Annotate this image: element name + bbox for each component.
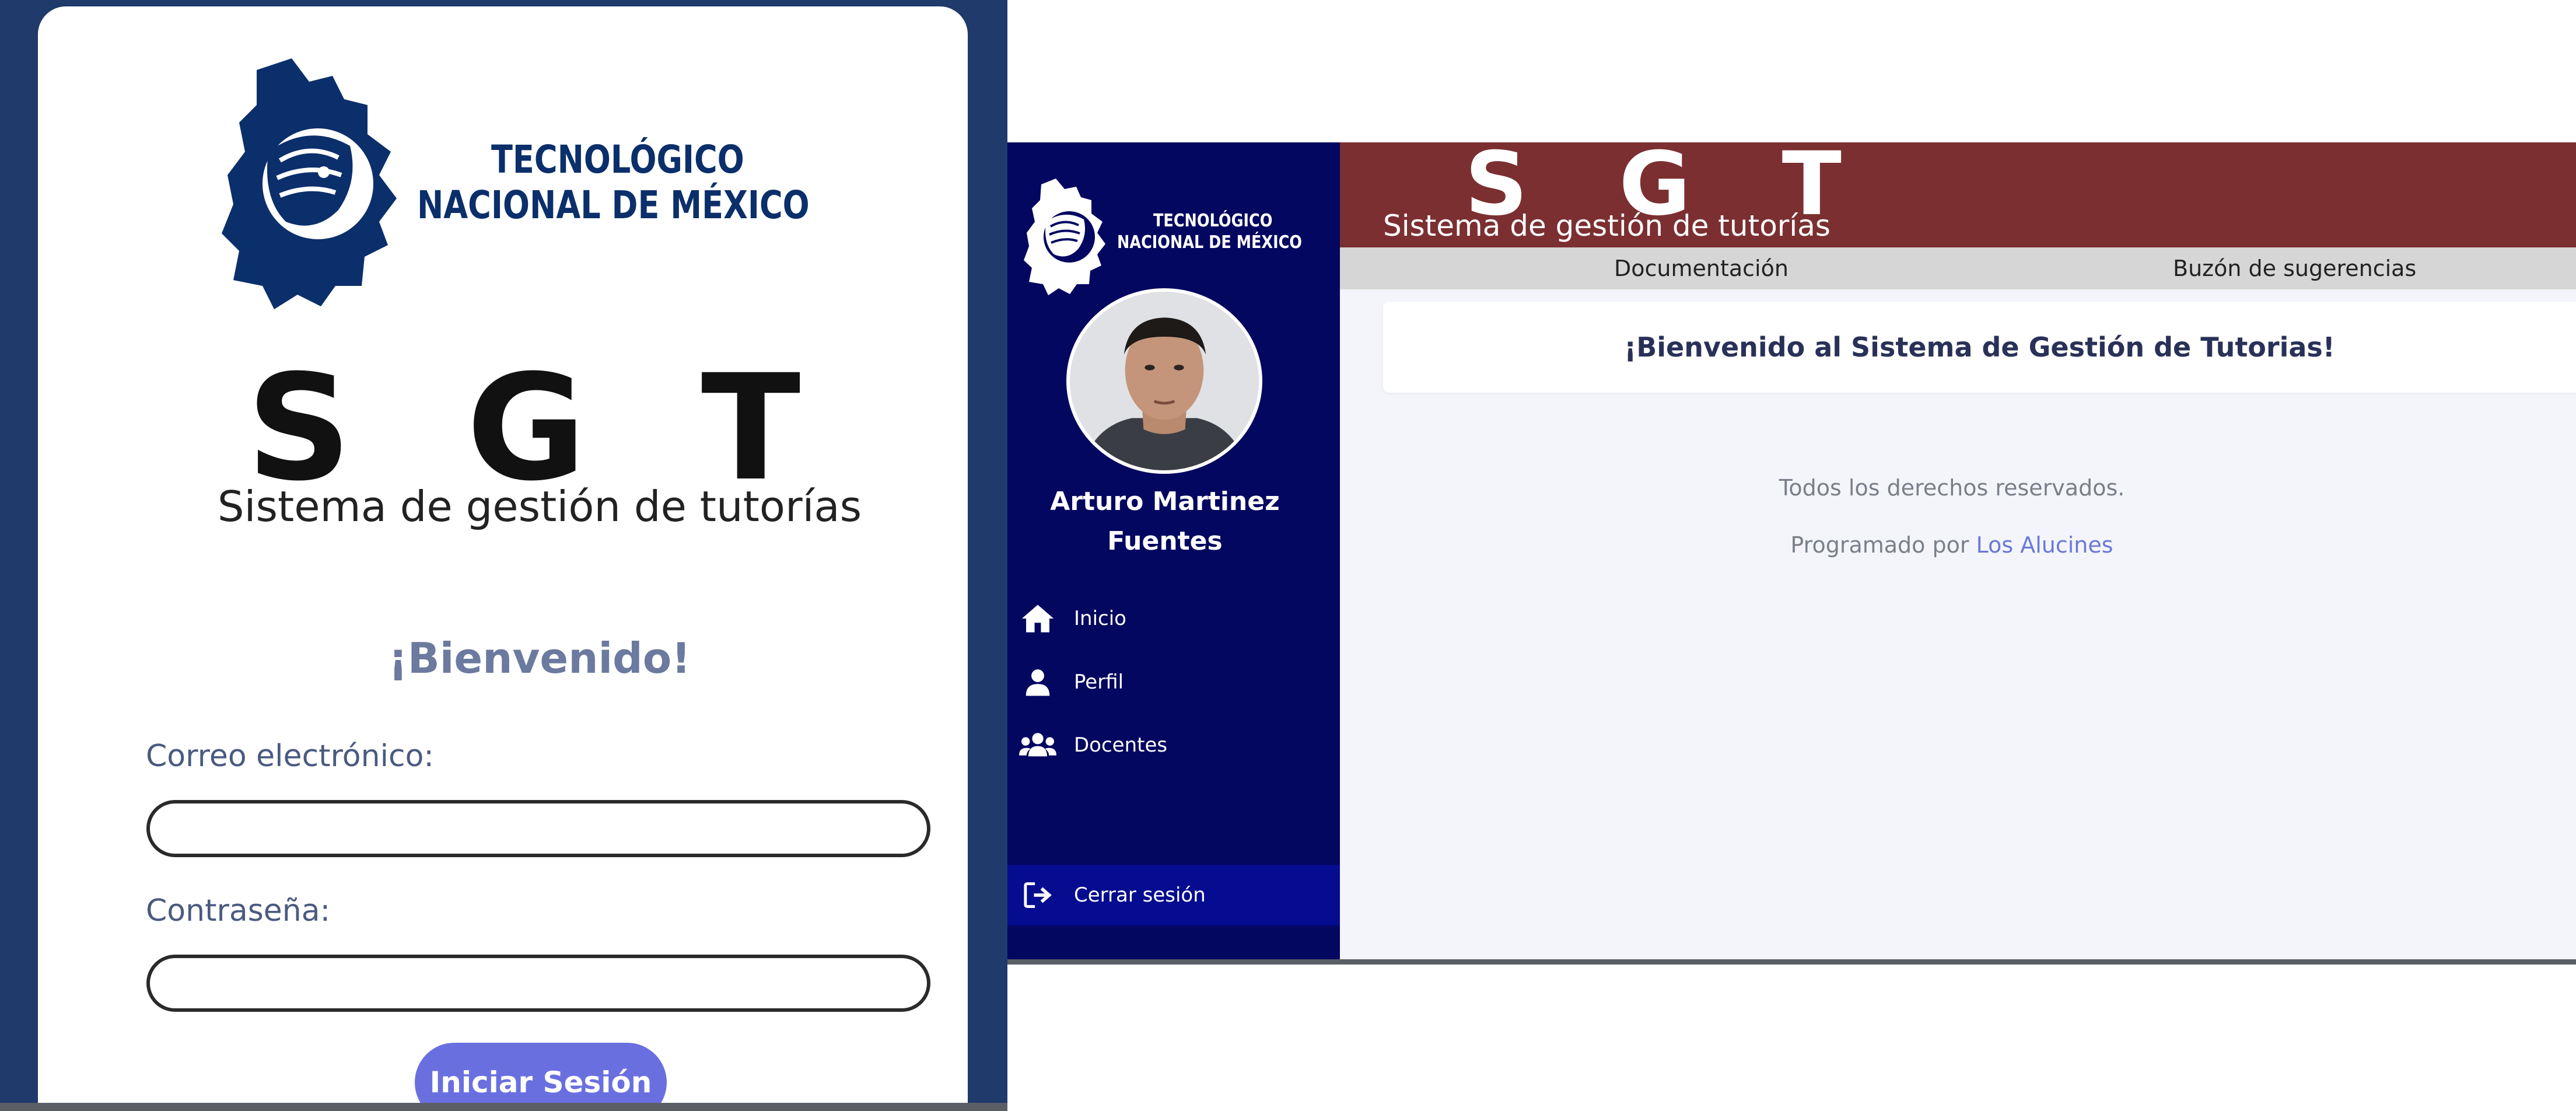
user-name: Arturo Martinez Fuentes [1050, 487, 1280, 556]
email-field[interactable] [146, 800, 930, 857]
footer-rights: Todos los derechos reservados. [1779, 475, 2125, 501]
footer-credits: Programado por Los Alucines [1340, 532, 2564, 558]
top-menu: Documentación Buzón de sugerencias [1340, 247, 2576, 289]
header-app-full-name: Sistema de gestión de tutorías [1383, 209, 1831, 243]
login-bottom-border [0, 1103, 1007, 1111]
avatar [1066, 288, 1262, 474]
tecnm-gear-icon [222, 58, 397, 309]
login-welcome-title: ¡Bienvenido! [388, 634, 691, 683]
header: S G T Sistema de gestión de tutorías [1340, 142, 2576, 247]
welcome-card: ¡Bienvenido al Sistema de Gestión de Tut… [1383, 302, 2576, 393]
app-full-name: Sistema de gestión de tutorías [217, 482, 862, 531]
sidebar-item-label: Inicio [1074, 607, 1126, 630]
sidebar: TECNOLÓGICO NACIONAL DE MÉXICO Arturo Ma… [1007, 142, 1340, 963]
dashboard-bottom-border [1007, 959, 2576, 965]
email-label: Correo electrónico: [146, 739, 434, 774]
tecnm-logo-line2: NACIONAL DE MÉXICO [417, 183, 810, 228]
users-icon [1019, 726, 1056, 764]
footer-team-link[interactable]: Los Alucines [1976, 532, 2113, 558]
sidebar-logo-line2: NACIONAL DE MÉXICO [1117, 232, 1302, 253]
sidebar-logo-line1: TECNOLÓGICO [1153, 211, 1273, 231]
screenshot-root: TECNOLÓGICO NACIONAL DE MÉXICO S G T Sis… [0, 0, 2576, 1111]
sidebar-item-label: Perfil [1074, 670, 1124, 694]
password-field[interactable] [146, 955, 930, 1012]
footer-programmed-by: Programado por [1790, 532, 1969, 558]
welcome-message: ¡Bienvenido al Sistema de Gestión de Tut… [1624, 331, 2335, 363]
sidebar-item-perfil[interactable]: Perfil [1007, 653, 1340, 711]
sidebar-item-inicio[interactable]: Inicio [1007, 589, 1340, 648]
sidebar-item-label: Docentes [1074, 733, 1168, 757]
dashboard-window: TECNOLÓGICO NACIONAL DE MÉXICO Arturo Ma… [1007, 142, 2576, 963]
app-acronym: S G T [246, 343, 833, 513]
sidebar-item-docentes[interactable]: Docentes [1007, 716, 1340, 774]
sidebar-gear-icon [1024, 179, 1105, 295]
home-icon [1019, 600, 1056, 637]
user-icon [1019, 663, 1056, 701]
menu-buzon-link[interactable]: Buzón de sugerencias [2173, 247, 2416, 289]
logout-label: Cerrar sesión [1074, 883, 1206, 907]
avatar-photo [1070, 292, 1259, 470]
tecnm-logo-line1: TECNOLÓGICO [491, 137, 744, 182]
login-card: TECNOLÓGICO NACIONAL DE MÉXICO S G T Sis… [38, 6, 968, 1111]
login-button[interactable]: Iniciar Sesión [415, 1043, 667, 1111]
sign-out-icon [1019, 876, 1056, 914]
tecnm-logo: TECNOLÓGICO NACIONAL DE MÉXICO [222, 58, 810, 309]
menu-documentacion-link[interactable]: Documentación [1614, 247, 1788, 289]
sidebar-tecnm-logo: TECNOLÓGICO NACIONAL DE MÉXICO [1024, 179, 1327, 295]
password-label: Contraseña: [146, 893, 331, 928]
logout-button[interactable]: Cerrar sesión [1007, 865, 1340, 925]
